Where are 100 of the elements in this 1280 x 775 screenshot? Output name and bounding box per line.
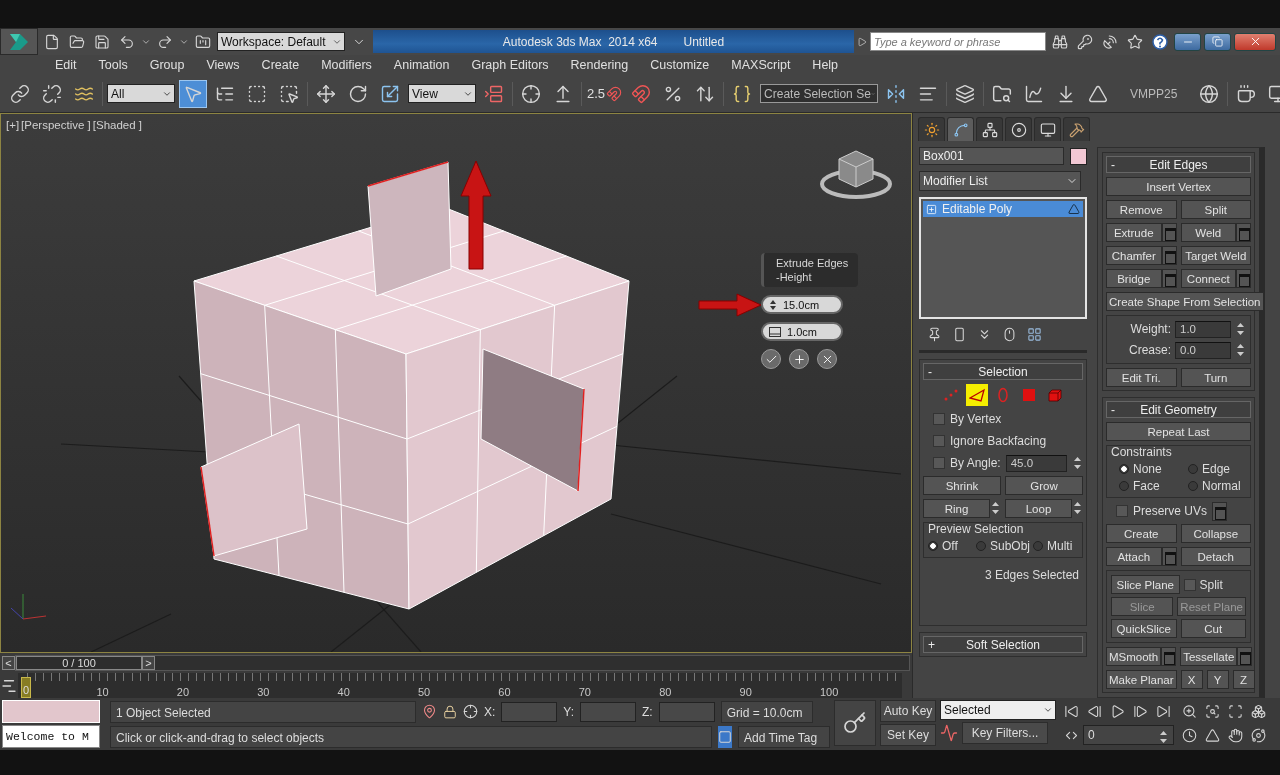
axis-button[interactable]: X [1180, 670, 1203, 689]
menu-item[interactable]: Tools [87, 58, 139, 72]
radio-label[interactable]: Off [942, 539, 958, 553]
crease-field[interactable]: 0.0 [1175, 341, 1231, 359]
radio-label[interactable]: Edge [1202, 462, 1231, 476]
viewport-label[interactable]: [Perspective ] [21, 119, 91, 131]
menu-item[interactable]: Graph Editors [460, 58, 560, 72]
command-button[interactable]: Remove [1106, 200, 1177, 219]
command-button[interactable]: Detach [1180, 547, 1251, 566]
key-filters-button[interactable]: Key Filters... [962, 722, 1048, 744]
collapse-toggle[interactable]: - [928, 364, 940, 379]
radio-label[interactable]: Multi [1047, 539, 1073, 553]
next-frame-button[interactable]: > [142, 656, 155, 670]
current-frame-field[interactable]: 0 [1083, 725, 1174, 745]
time-slider-thumb[interactable]: 0 / 100 [16, 656, 142, 670]
command-button[interactable]: Bridge [1106, 269, 1162, 288]
snaps-toggle-button[interactable]: 2.5 [586, 79, 624, 108]
rollout-header[interactable]: - Edit Edges [1106, 156, 1251, 173]
maxscript-output-field[interactable]: Welcome to M [2, 725, 100, 748]
menu-item[interactable]: Create [250, 58, 311, 72]
command-button[interactable]: Insert Vertex [1106, 177, 1251, 196]
rollout-title: Selection [977, 364, 1029, 379]
command-button[interactable]: Split [1180, 200, 1251, 219]
menu-item[interactable]: Views [195, 58, 251, 72]
menu-item[interactable]: Animation [382, 58, 461, 72]
collapse-toggle[interactable]: - [1111, 157, 1123, 172]
object-name-field[interactable]: Box001 [919, 147, 1064, 165]
reference-coordinate-dropdown[interactable]: View [408, 84, 476, 103]
modifier-list-dropdown[interactable]: Modifier List [919, 171, 1081, 191]
command-button[interactable]: Create [1106, 524, 1177, 543]
expand-toggle[interactable]: + [928, 637, 940, 652]
command-button[interactable]: Shrink [923, 476, 1001, 495]
axis-button[interactable]: Z [1232, 670, 1255, 689]
command-button[interactable]: Collapse [1180, 524, 1251, 543]
search-field[interactable]: Type a keyword or phrase [870, 32, 1046, 51]
viewport-label[interactable]: [+] [6, 119, 20, 131]
command-button[interactable]: Slice Plane [1111, 575, 1180, 594]
command-button[interactable]: Loop [1005, 499, 1072, 518]
menu-item[interactable]: Modifiers [310, 58, 383, 72]
workspace-dropdown[interactable]: Workspace: Default [217, 32, 345, 51]
modifier-name: Editable Poly [942, 202, 1014, 216]
command-button[interactable]: Connect [1180, 269, 1236, 288]
key-mode-dropdown[interactable]: Selected [940, 700, 1056, 720]
coordinate-label: Z: [642, 704, 653, 719]
command-button[interactable]: Extrude [1106, 223, 1162, 242]
radio-label[interactable]: Face [1133, 479, 1160, 493]
width-field[interactable]: 1.0cm [761, 322, 843, 341]
command-button[interactable]: Tessellate [1180, 647, 1238, 666]
height-field[interactable]: 15.0cm [761, 295, 843, 314]
checkbox-label[interactable]: By Angle: [950, 456, 1001, 470]
axis-button[interactable]: Y [1206, 670, 1229, 689]
selection-filter-dropdown[interactable]: All [107, 84, 175, 103]
menu-item[interactable]: Help [801, 58, 850, 72]
radio-label[interactable]: SubObj [990, 539, 1030, 553]
command-button[interactable]: Create Shape From Selection [1106, 292, 1264, 311]
collapse-toggle[interactable]: - [1111, 402, 1123, 417]
command-button[interactable]: Ring [923, 499, 990, 518]
command-button[interactable]: Target Weld [1180, 246, 1251, 265]
auto-key-button[interactable]: Auto Key [880, 700, 936, 722]
command-button[interactable]: Make Planar [1106, 670, 1177, 689]
checkbox-label[interactable]: By Vertex [950, 412, 1002, 426]
command-button[interactable]: Grow [1005, 476, 1083, 495]
rollout-header[interactable]: - Edit Geometry [1106, 401, 1251, 418]
command-button[interactable]: Attach [1106, 547, 1162, 566]
group-title: Preview Selection [928, 522, 1025, 536]
command-button[interactable]: Cut [1180, 619, 1246, 638]
command-button[interactable]: Weld [1180, 223, 1236, 242]
viewport-label[interactable]: [Shaded ] [92, 119, 142, 131]
frame-tick-label: 50 [417, 686, 431, 698]
checkbox-label[interactable]: Split [1199, 577, 1223, 592]
command-button[interactable]: MSmooth [1106, 647, 1162, 666]
frame-tick-label: 10 [96, 686, 109, 698]
rollout-header[interactable]: + Soft Selection [923, 636, 1083, 653]
command-button[interactable]: Chamfer [1106, 246, 1162, 265]
command-button[interactable]: Turn [1180, 368, 1251, 387]
set-key-button[interactable]: Set Key [880, 724, 936, 746]
command-button[interactable]: Edit Tri. [1106, 368, 1177, 387]
command-button[interactable]: QuickSlice [1111, 619, 1177, 638]
menu-item[interactable]: Group [138, 58, 196, 72]
angle-field[interactable]: 45.0 [1005, 454, 1067, 472]
menu-item[interactable]: Edit [44, 58, 88, 72]
group-title: Constraints [1111, 445, 1173, 459]
time-tag-field[interactable]: Add Time Tag [738, 725, 830, 748]
checkbox-label[interactable]: Preserve UVs [1133, 504, 1208, 518]
checkbox-label[interactable]: Ignore Backfacing [950, 434, 1047, 448]
frame-tick-label: 90 [739, 686, 752, 698]
caddy-subtitle: -Height [776, 270, 812, 284]
radio-label[interactable]: Normal [1202, 479, 1241, 493]
command-button[interactable]: Repeat Last [1106, 422, 1251, 441]
radio-label[interactable]: None [1133, 462, 1162, 476]
weight-field[interactable]: 1.0 [1175, 320, 1231, 338]
menu-item[interactable]: Customize [639, 58, 721, 72]
status-hint: Click or click-and-drag to select objects [110, 725, 712, 748]
perspective-viewport[interactable]: [+] [Perspective ] [Shaded ] Extrude Edges -Height 15.0cm 1.0cm [0, 113, 912, 653]
previous-frame-button[interactable]: < [2, 656, 15, 670]
rollout-title: Edit Edges [1148, 157, 1209, 172]
menu-item[interactable]: Rendering [559, 58, 640, 72]
named-selection-dropdown[interactable]: Create Selection Se [760, 84, 879, 103]
menu-item[interactable]: MAXScript [720, 58, 802, 72]
rollout-header[interactable]: - Selection [923, 363, 1083, 380]
